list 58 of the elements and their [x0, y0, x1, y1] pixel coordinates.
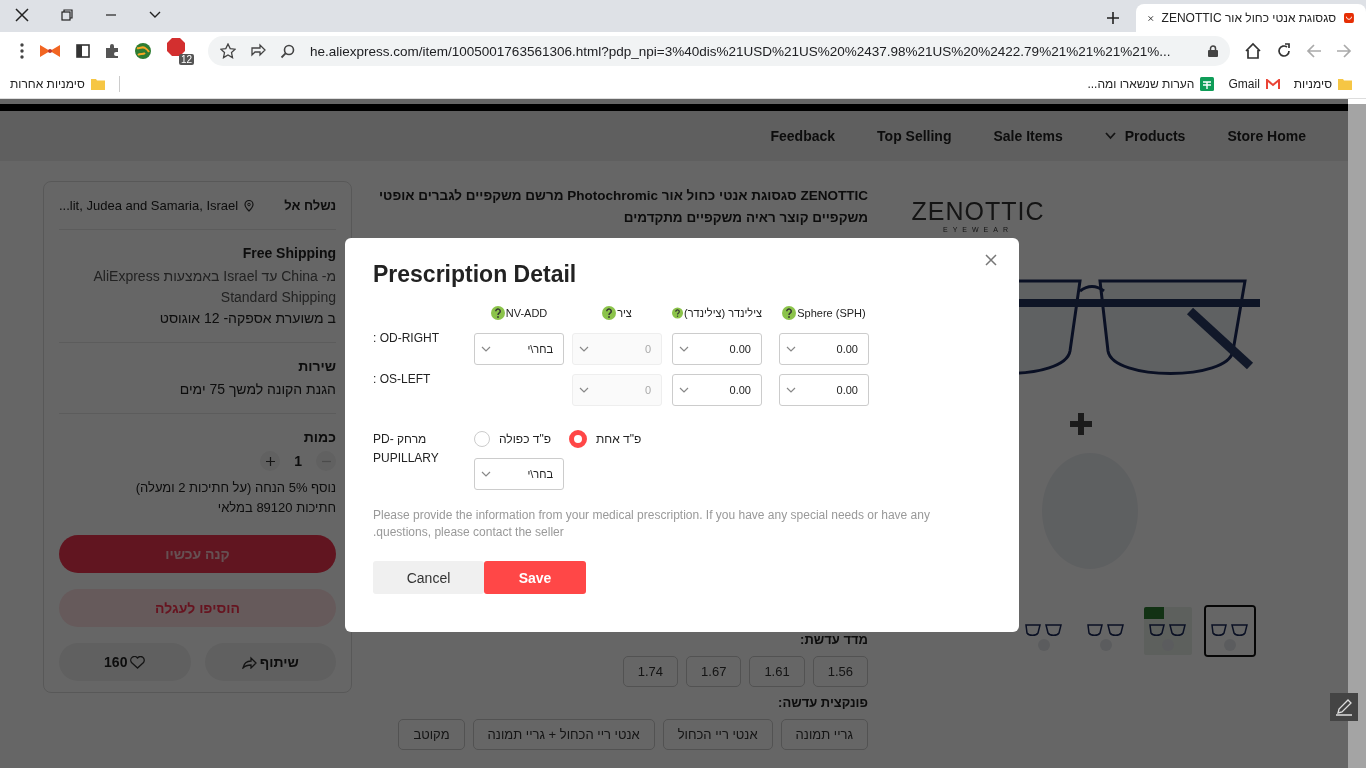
bookmark[interactable]: הערות שנשארו ומה...	[1087, 77, 1215, 91]
lens-index-label: מדד עדשת:	[800, 632, 868, 647]
dropdown[interactable]: 0.00	[779, 332, 869, 365]
help-text: Please provide the information from your medical prescription. If you have any special needs or have any questions, please contact the seller.	[373, 507, 931, 541]
radio-option[interactable]: פ"ד אחת	[569, 430, 642, 448]
option-button[interactable]: גריי תמונה	[780, 719, 868, 750]
option-button[interactable]: 1.67	[686, 656, 742, 687]
pd-label: מרחק PD- PUPILLARY	[373, 431, 440, 467]
dropdown[interactable]: בחר\י	[474, 332, 564, 365]
service-text: הגנת הקונה למשך 75 ימים	[178, 380, 336, 399]
bookmark-folder[interactable]: סימניות	[1293, 77, 1352, 91]
option-button[interactable]: אנטי ריי הכחול	[662, 719, 773, 750]
url-text: he.aliexpress.com/item/1005001763561306.html?pdp_npi=3%40dis%21USD%21US%20%2437.98%21US%20%2422.79%21%21%21%21%...	[310, 43, 1172, 59]
wishlist-button[interactable]: 160	[59, 643, 191, 681]
delivery-estimate: ב משוערת אספקה- 12 אוגוסט	[158, 309, 336, 328]
option-button[interactable]: 1.56	[812, 656, 868, 687]
service-title: שירות	[297, 358, 336, 374]
badge: 12	[178, 54, 194, 65]
radio-option[interactable]: פ"ד כפולה	[474, 430, 552, 448]
column-header: Sphere (SPH)	[797, 307, 866, 319]
product-title: ZENOTTIC סגסוגת אנטי כחול אור Photochromic מרשם משקפיים לגברים אופטי משקפיים קוצר ראיה משקפיים מתקדמים	[378, 187, 868, 227]
option-button[interactable]: 1.74	[622, 656, 679, 687]
option-button[interactable]: 1.61	[749, 656, 805, 687]
bookmark-folder[interactable]: סימניות אחרות	[10, 77, 105, 91]
bookmark[interactable]: Gmail	[1228, 77, 1280, 91]
dialog-title: Prescription Detail	[373, 261, 577, 288]
row-label: OS-LEFT :	[373, 371, 432, 386]
row-label: OD-RIGHT :	[373, 330, 440, 345]
save-button[interactable]: Save	[484, 561, 586, 594]
shipping-method: Standard Shipping	[219, 288, 336, 307]
quantity-title: כמות	[302, 429, 336, 445]
dropdown[interactable]: 0.00	[779, 373, 869, 406]
nav-link[interactable]: Feedback	[770, 128, 836, 144]
nav-link[interactable]: Store Home	[1227, 128, 1306, 144]
cancel-button[interactable]: Cancel	[373, 561, 484, 594]
dropdown[interactable]: בחר\י	[474, 458, 564, 490]
shipping-location[interactable]: ...lit, Judea and Samaria, Israel	[59, 198, 255, 213]
dropdown[interactable]: 0.00	[672, 373, 762, 406]
column-header: NV-ADD	[505, 307, 548, 319]
quantity-value[interactable]: 1	[288, 453, 308, 469]
ship-to-label: נשלח אל	[284, 198, 336, 213]
nav-link[interactable]: Products	[1104, 128, 1186, 144]
discount-text: נוסף 5% הנחה (על חתיכות 2 ומעלה)	[134, 479, 336, 497]
browser-tab[interactable]: סגסוגת אנטי כחול אור ZENOTTIC	[1136, 4, 1366, 32]
nav-link[interactable]: Sale Items	[993, 128, 1063, 144]
shipping-title: Free Shipping	[241, 245, 336, 261]
column-header: צילינדר (צילינדר)	[684, 307, 762, 319]
dropdown[interactable]: 0.00	[672, 332, 762, 365]
column-header: ציר	[617, 307, 632, 319]
option-button[interactable]: מקוטב	[398, 719, 465, 750]
share-button[interactable]: שיתוף	[204, 643, 336, 681]
shipping-route: מ- China עד Israel באמצעות AliExpress	[92, 267, 336, 286]
nav-link[interactable]: Top Selling	[877, 128, 952, 144]
lens-function-label: פונקצית עדשה:	[778, 695, 868, 710]
stock-text: חתיכות 89120 במלאי	[216, 499, 336, 517]
option-button[interactable]: אנטי ריי הכחול + גריי תמונה	[472, 719, 655, 750]
address-bar[interactable]: he.aliexpress.com/item/1005001763561306.html?pdp_npi=3%40dis%21USD%21US%20%2437.98%21US%20%2422.79%21%21%21%21%...	[208, 36, 1230, 66]
add-to-cart-button[interactable]: הוסיפו לעגלה	[59, 589, 336, 627]
